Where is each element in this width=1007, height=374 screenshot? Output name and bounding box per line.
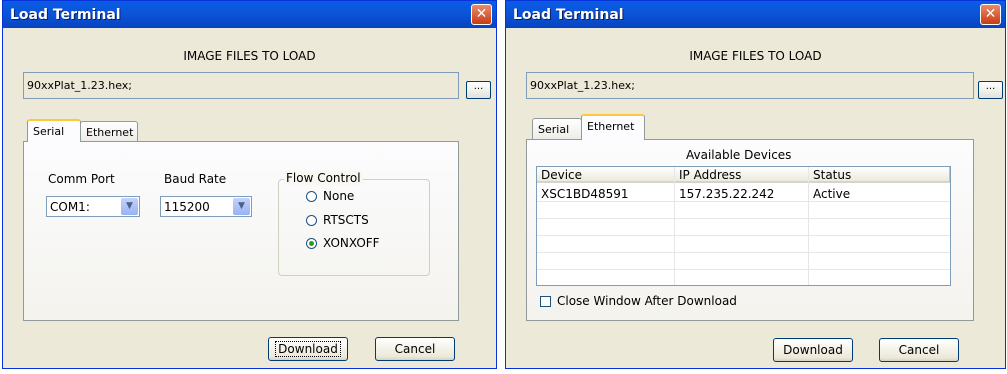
checkbox-box[interactable] <box>540 296 551 307</box>
baud-rate-value: 115200 <box>164 200 210 214</box>
grid-line <box>537 218 950 219</box>
window-title: Load Terminal <box>513 7 624 23</box>
table-row-device[interactable]: XSC1BD48591 <box>537 186 629 202</box>
baud-rate-label: Baud Rate <box>164 172 227 186</box>
grid-line <box>674 167 675 285</box>
download-button[interactable]: Download <box>773 338 853 362</box>
comm-port-label: Comm Port <box>48 172 115 186</box>
tab-serial[interactable]: Serial <box>27 119 81 142</box>
browse-button[interactable]: ... <box>978 81 1003 99</box>
grid-line <box>537 269 950 270</box>
flow-control-label: Flow Control <box>284 171 363 185</box>
baud-rate-select[interactable]: 115200 ▼ <box>160 196 252 217</box>
cancel-label: Cancel <box>898 343 940 357</box>
column-header-device[interactable]: Device <box>537 167 675 183</box>
title-bar[interactable]: Load Terminal ✕ <box>3 1 496 28</box>
radio-none-circle[interactable] <box>306 191 317 202</box>
comm-port-value: COM1: <box>50 200 90 214</box>
close-icon[interactable]: ✕ <box>471 4 492 25</box>
close-icon[interactable]: ✕ <box>980 4 1001 25</box>
grid-line <box>808 167 809 285</box>
available-devices-label: Available Devices <box>686 148 792 162</box>
window-title: Load Terminal <box>10 7 121 23</box>
tab-ethernet[interactable]: Ethernet <box>80 121 138 142</box>
load-terminal-dialog-serial: Load Terminal ✕ IMAGE FILES TO LOAD 90xx… <box>2 0 497 369</box>
image-file-field[interactable]: 90xxPlat_1.23.hex; <box>526 72 974 99</box>
close-after-download-label: Close Window After Download <box>557 294 737 308</box>
radio-rtscts-label: RTSCTS <box>323 213 369 227</box>
grid-line <box>537 235 950 236</box>
radio-none-label: None <box>323 189 355 203</box>
radio-rtscts-circle[interactable] <box>306 215 317 226</box>
download-button[interactable]: Download <box>268 337 348 361</box>
table-row-ip[interactable]: 157.235.22.242 <box>675 186 774 202</box>
close-after-download-checkbox[interactable]: Close Window After Download <box>540 294 737 308</box>
download-label: Download <box>783 343 843 357</box>
table-row-status[interactable]: Active <box>809 186 850 202</box>
image-file-field[interactable]: 90xxPlat_1.23.hex; <box>23 72 459 99</box>
browse-button[interactable]: ... <box>466 81 491 99</box>
image-files-heading: IMAGE FILES TO LOAD <box>689 49 822 63</box>
devices-table[interactable]: Device IP Address Status XSC1BD48591 157… <box>536 166 951 286</box>
download-label: Download <box>275 341 341 357</box>
column-header-ip[interactable]: IP Address <box>675 167 809 183</box>
chevron-down-icon[interactable]: ▼ <box>233 198 250 215</box>
chevron-down-icon[interactable]: ▼ <box>121 198 138 215</box>
radio-none[interactable]: None <box>306 189 354 203</box>
cancel-button[interactable]: Cancel <box>375 337 455 361</box>
column-header-status[interactable]: Status <box>809 167 950 183</box>
cancel-label: Cancel <box>394 342 436 356</box>
title-bar[interactable]: Load Terminal ✕ <box>506 1 1005 28</box>
radio-xonxoff-circle[interactable] <box>306 238 317 249</box>
comm-port-select[interactable]: COM1: ▼ <box>46 196 140 217</box>
load-terminal-dialog-ethernet: Load Terminal ✕ IMAGE FILES TO LOAD 90xx… <box>505 0 1006 369</box>
radio-rtscts[interactable]: RTSCTS <box>306 213 369 227</box>
radio-xonxoff[interactable]: XONXOFF <box>306 236 380 250</box>
cancel-button[interactable]: Cancel <box>879 338 959 362</box>
image-files-heading: IMAGE FILES TO LOAD <box>183 49 316 63</box>
tab-ethernet[interactable]: Ethernet <box>581 114 645 140</box>
radio-xonxoff-label: XONXOFF <box>323 236 380 250</box>
tab-serial[interactable]: Serial <box>532 118 582 140</box>
grid-line <box>537 252 950 253</box>
